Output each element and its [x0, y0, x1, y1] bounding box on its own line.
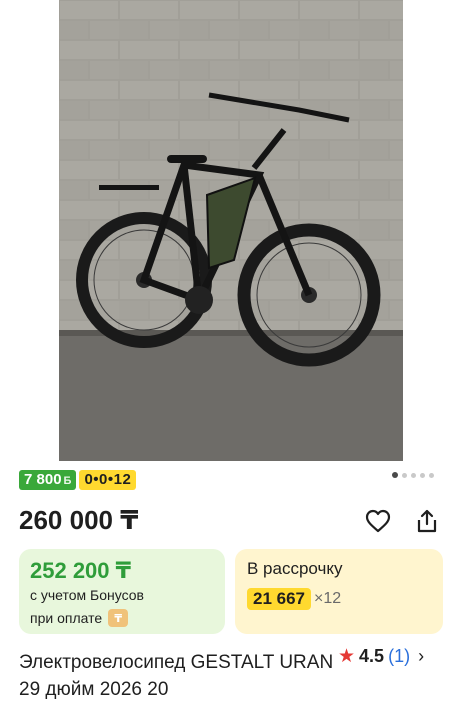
- installment-badge: 0•0•12: [79, 470, 137, 490]
- rating-value: 4.5: [359, 646, 385, 666]
- heart-icon: [365, 509, 391, 533]
- carousel-dot[interactable]: [429, 472, 434, 478]
- badge-row: 7 800 Б 0•0•12: [19, 470, 137, 490]
- installment-card[interactable]: В рассрочку 21 667 ×12: [235, 549, 443, 634]
- product-image[interactable]: [59, 0, 403, 461]
- bonus-badge-value: 7 800: [24, 471, 62, 488]
- bonus-badge: 7 800 Б: [19, 470, 77, 490]
- review-count[interactable]: (1): [388, 646, 410, 667]
- payment-note-text: при оплате: [30, 610, 103, 626]
- carousel-dot[interactable]: [411, 472, 416, 478]
- bicycle-photo: [59, 0, 403, 461]
- bonus-note: с учетом Бонусов: [30, 587, 144, 603]
- carousel-dot[interactable]: [402, 472, 407, 478]
- chevron-right-icon[interactable]: ›: [418, 646, 424, 667]
- share-icon: [417, 509, 437, 533]
- rating-summary[interactable]: ★ 4.5 (1) ›: [338, 645, 424, 668]
- product-price: 260 000 ₸: [19, 505, 139, 535]
- product-title: Электровелосипед GESTALT URAN 29 дюйм 20…: [19, 652, 334, 700]
- payment-method-icon: ₸: [108, 609, 129, 627]
- installment-amount: 21 667: [247, 588, 311, 610]
- installment-title: В рассрочку: [247, 559, 343, 578]
- bonus-price: 252 200 ₸: [30, 558, 131, 583]
- installment-months: ×12: [314, 590, 342, 607]
- installment-plan: 21 667 ×12: [247, 588, 341, 610]
- favorite-button[interactable]: [363, 506, 393, 536]
- bonus-currency: Б: [63, 475, 72, 487]
- carousel-dot[interactable]: [392, 472, 398, 478]
- payment-note: при оплате ₸: [30, 609, 129, 627]
- carousel-dot[interactable]: [420, 472, 425, 478]
- share-button[interactable]: [412, 506, 442, 536]
- carousel-indicator[interactable]: [392, 472, 434, 478]
- star-icon: ★: [338, 646, 356, 667]
- bonus-price-card[interactable]: 252 200 ₸ с учетом Бонусов при оплате ₸: [19, 549, 225, 634]
